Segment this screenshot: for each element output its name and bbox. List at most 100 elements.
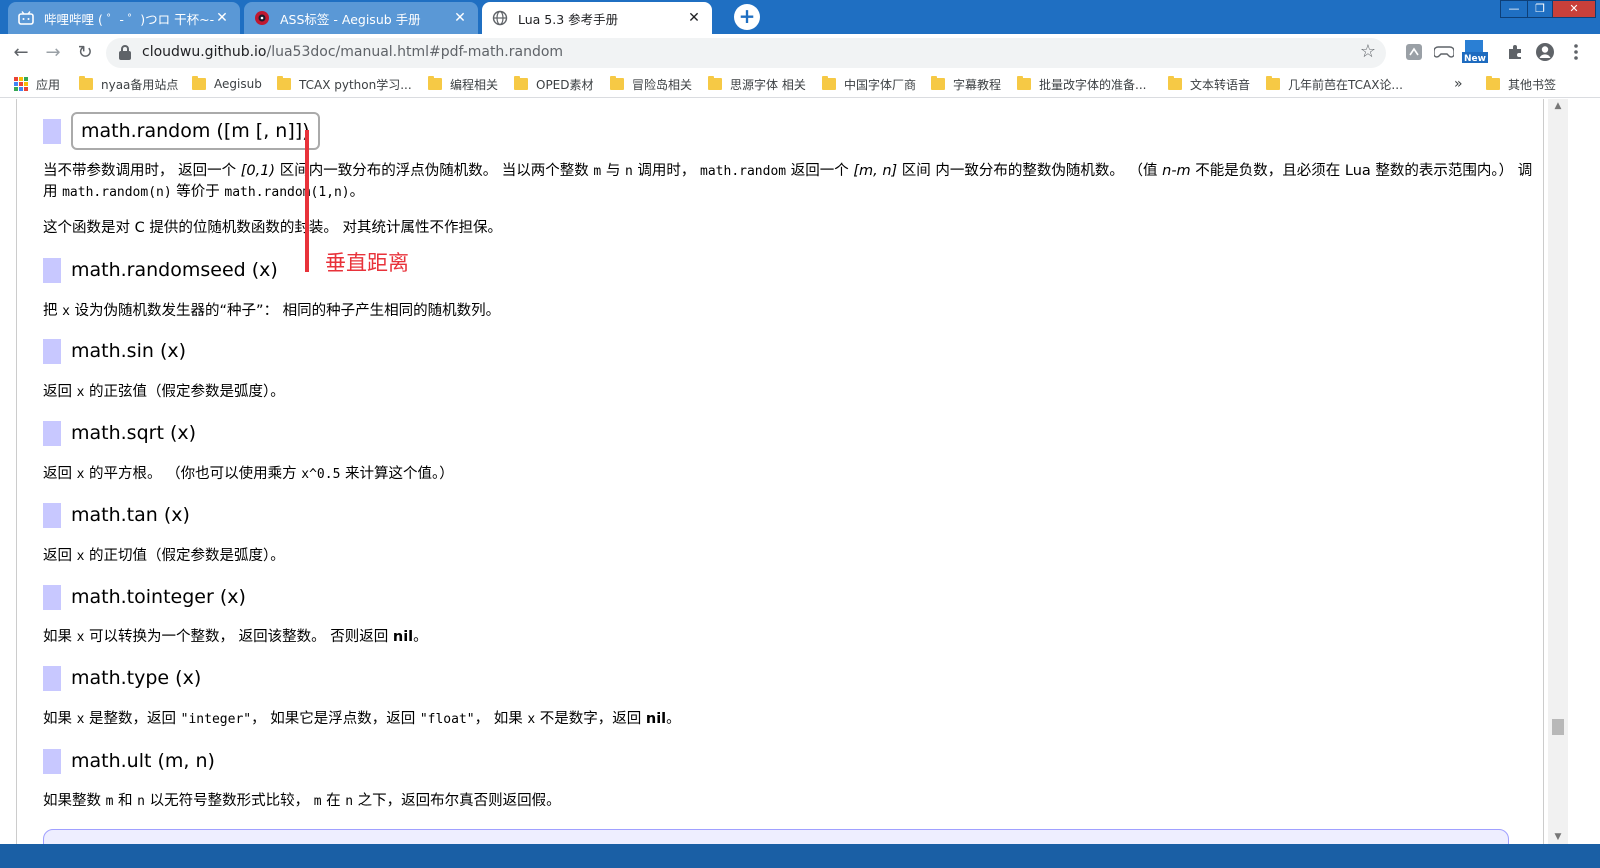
bookmark-label: OPED素材 [536, 77, 594, 92]
folder-icon [708, 76, 722, 90]
bookmark-star-icon[interactable]: ☆ [1360, 41, 1376, 62]
puzzle-icon[interactable] [1505, 42, 1525, 62]
folder-icon [610, 76, 624, 90]
globe-icon [492, 10, 508, 26]
lock-icon [118, 45, 132, 61]
anchor-square[interactable] [43, 118, 61, 144]
bookmark-folder[interactable]: 思源字体 相关 [708, 75, 806, 93]
bookmark-folder[interactable]: 字幕教程 [931, 75, 1001, 93]
function-description: 当不带参数调用时， 返回一个 [0,1) 区间内一致分布的浮点伪随机数。 当以两… [43, 163, 1533, 200]
scroll-up-arrow-icon[interactable]: ▲ [1548, 99, 1568, 113]
function-description: 这个函数是对 C 提供的位随机数函数的封装。 对其统计属性不作担保。 [43, 220, 502, 236]
bookmark-label: 思源字体 相关 [730, 77, 806, 92]
bookmark-folder[interactable]: 批量改字体的准备... [1017, 75, 1146, 93]
scroll-down-arrow-icon[interactable]: ▼ [1548, 830, 1568, 844]
bookmark-other-folder[interactable]: 其他书签 [1486, 75, 1556, 93]
bookmark-folder[interactable]: OPED素材 [514, 75, 594, 93]
bookmark-folder[interactable]: nyaa备用站点 [79, 75, 178, 93]
function-heading: math.tointeger (x) [43, 580, 246, 614]
tab-title: 哔哩哔哩 ( ゜- ゜)つロ 干杯~-bili [44, 11, 214, 27]
bookmark-label: Aegisub [214, 77, 262, 91]
bookmark-apps[interactable]: 应用 [14, 75, 60, 93]
new-tab-button[interactable]: + [734, 4, 760, 30]
tab-strip: 哔哩哔哩 ( ゜- ゜)つロ 干杯~-bili ✕ ASS标签 - Aegisu… [0, 0, 1600, 34]
minimize-button[interactable]: — [1500, 0, 1528, 18]
url-path: /lua53doc/manual.html#pdf-math.random [266, 44, 564, 60]
function-name: math.sqrt (x) [71, 422, 197, 444]
function-heading: math.ult (m, n) [43, 744, 215, 778]
page-viewport: math.random ([m [, n]]) 当不带参数调用时， 返回一个 [… [0, 99, 1600, 868]
function-description: 返回 x 的正切值（假定参数是弧度）。 [43, 548, 285, 564]
bookmark-folder[interactable]: 编程相关 [428, 75, 498, 93]
anchor-square[interactable] [43, 338, 61, 364]
screenshot-icon[interactable] [1404, 42, 1424, 62]
function-description: 如果 x 可以转换为一个整数， 返回该整数。 否则返回 nil。 [43, 629, 428, 645]
folder-icon [192, 76, 206, 90]
anchor-square[interactable] [43, 257, 61, 283]
bookmark-folder[interactable]: 几年前芭在TCAX论... [1266, 75, 1403, 93]
bookmark-label: 文本转语音 [1190, 77, 1251, 92]
manual-content: math.random ([m [, n]]) 当不带参数调用时， 返回一个 [… [16, 99, 1544, 868]
tab-title: ASS标签 - Aegisub 手册 [280, 11, 421, 27]
function-name[interactable]: math.random ([m [, n]]) [71, 112, 320, 150]
folder-icon [277, 76, 291, 90]
anchor-square[interactable] [43, 502, 61, 528]
tab-bilibili[interactable]: 哔哩哔哩 ( ゜- ゜)つロ 干杯~-bili ✕ [8, 2, 240, 34]
menu-dots-icon[interactable] [1566, 42, 1586, 62]
close-tab-icon[interactable]: ✕ [686, 10, 702, 26]
bookmark-label: nyaa备用站点 [101, 77, 179, 92]
reload-button[interactable]: ↻ [72, 40, 98, 66]
folder-icon [514, 76, 528, 90]
back-button[interactable]: ← [8, 40, 34, 66]
annotation-label: 垂直距离 [325, 251, 409, 275]
function-heading: math.sqrt (x) [43, 416, 196, 450]
bookmark-folder[interactable]: 中国字体厂商 [822, 75, 916, 93]
function-name: math.tointeger (x) [71, 586, 246, 608]
anchor-square[interactable] [43, 665, 61, 691]
function-heading: math.sin (x) [43, 334, 186, 368]
maximize-button[interactable]: ❐ [1527, 0, 1553, 18]
folder-icon [1168, 76, 1182, 90]
close-tab-icon[interactable]: ✕ [452, 10, 468, 26]
folder-icon [1266, 76, 1280, 90]
bookmark-folder[interactable]: 文本转语音 [1168, 75, 1250, 93]
address-bar[interactable]: cloudwu.github.io/lua53doc/manual.html#p… [106, 38, 1386, 68]
bookmark-label: 中国字体厂商 [844, 77, 917, 92]
function-description: 把 x 设为伪随机数发生器的“种子”： 相同的种子产生相同的随机数列。 [43, 303, 501, 319]
forward-button[interactable]: → [40, 40, 66, 66]
function-heading: math.randomseed (x) [43, 253, 278, 287]
folder-icon [79, 76, 93, 90]
function-name: math.tan (x) [71, 504, 190, 526]
tab-aegisub[interactable]: ASS标签 - Aegisub 手册 ✕ [244, 2, 478, 34]
profile-icon[interactable] [1535, 42, 1555, 62]
bookmark-label: 冒险岛相关 [632, 77, 693, 92]
anchor-square[interactable] [43, 748, 61, 774]
vertical-scrollbar[interactable]: ▲ ▼ [1548, 99, 1568, 844]
close-tab-icon[interactable]: ✕ [214, 10, 230, 26]
bookmark-folder[interactable]: TCAX python学习... [277, 75, 412, 93]
bookmark-label: TCAX python学习... [299, 77, 412, 92]
bookmarks-overflow-button[interactable]: » [1454, 75, 1463, 93]
url-host: cloudwu.github.io [142, 44, 267, 60]
bookmark-label: 编程相关 [450, 77, 499, 92]
folder-icon [1486, 76, 1500, 90]
anchor-square[interactable] [43, 420, 61, 446]
tab-title: Lua 5.3 参考手册 [518, 11, 619, 27]
browser-toolbar: ← → ↻ cloudwu.github.io/lua53doc/manual.… [0, 34, 1600, 70]
new-badge-icon[interactable]: New [1462, 40, 1488, 64]
function-description: 返回 x 的平方根。 （你也可以使用乘方 x^0.5 来计算这个值。） [43, 466, 454, 482]
gamepad-icon[interactable] [1434, 42, 1454, 62]
tab-lua-manual[interactable]: Lua 5.3 参考手册 ✕ [482, 2, 712, 34]
anchor-square[interactable] [43, 584, 61, 610]
bookmarks-bar: 应用 nyaa备用站点 Aegisub TCAX python学习... 编程相… [0, 70, 1600, 98]
folder-icon [822, 76, 836, 90]
url-text[interactable]: cloudwu.github.io/lua53doc/manual.html#p… [142, 44, 563, 60]
bookmark-folder[interactable]: 冒险岛相关 [610, 75, 692, 93]
function-name: math.randomseed (x) [71, 259, 278, 281]
bilibili-icon [18, 10, 34, 26]
bookmark-folder[interactable]: Aegisub [192, 75, 262, 93]
os-taskbar [0, 844, 1600, 868]
function-heading: math.type (x) [43, 661, 201, 695]
close-window-button[interactable]: ✕ [1552, 0, 1596, 18]
scrollbar-thumb[interactable] [1552, 719, 1564, 735]
